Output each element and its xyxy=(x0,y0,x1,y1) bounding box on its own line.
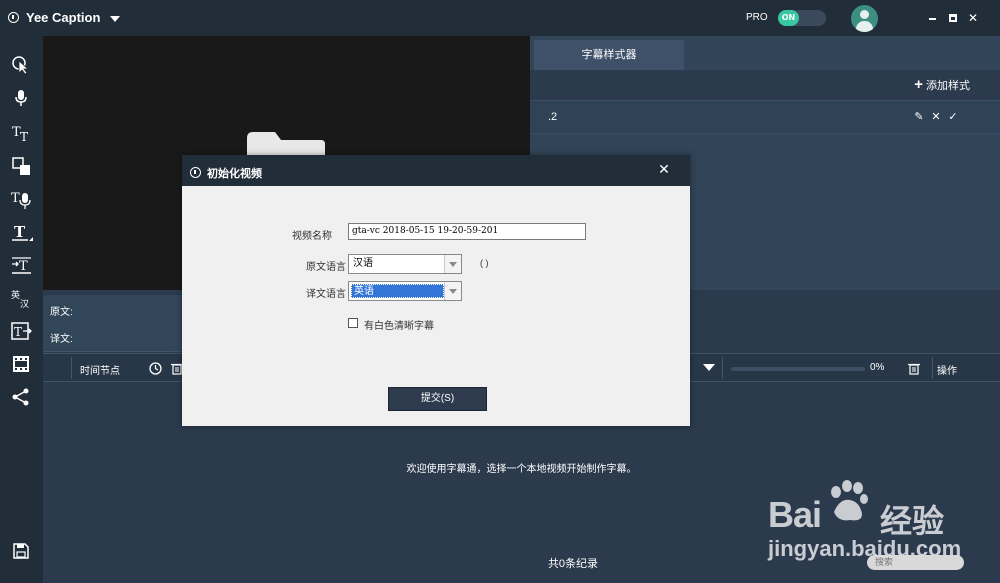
filmstrip-icon[interactable] xyxy=(9,352,33,376)
chevron-down-icon xyxy=(444,282,461,300)
source-language-label: 原文语言 xyxy=(306,262,346,273)
app-menu-chevron-down-icon[interactable] xyxy=(110,16,120,22)
progress-percent: 0% xyxy=(870,362,885,373)
user-avatar[interactable] xyxy=(851,5,878,32)
text-import-icon[interactable]: T xyxy=(9,253,33,277)
source-language-value: 汉语 xyxy=(353,258,373,269)
actions-label: 操作 xyxy=(937,366,957,377)
video-name-label: 视频名称 xyxy=(292,231,332,242)
plus-icon: + xyxy=(914,76,923,93)
text-box-icon[interactable]: T xyxy=(9,220,33,244)
time-node-label: 时间节点 xyxy=(80,366,120,377)
white-subtitle-label: 有白色清晰字幕 xyxy=(364,321,434,332)
add-style-button[interactable]: + 添加样式 xyxy=(914,76,970,93)
save-icon[interactable] xyxy=(9,539,33,563)
dialog-logo-icon xyxy=(190,167,201,178)
svg-text:T: T xyxy=(11,191,20,206)
video-name-field[interactable]: gta-vc 2018-05-15 19-20-59-201 xyxy=(348,223,586,240)
share-icon[interactable] xyxy=(9,385,33,409)
progress-bar xyxy=(731,367,865,371)
left-toolbar: TT T T T 英汉 T xyxy=(0,36,43,583)
pro-label: PRO xyxy=(746,12,768,23)
style-list-item[interactable]: .2 ✎ ✕ ✓ xyxy=(530,100,1000,134)
welcome-message: 欢迎使用字幕通，选择一个本地视频开始制作字幕。 xyxy=(406,464,637,475)
baidu-jingyan-watermark: Bai 经验 jingyan.baidu.com xyxy=(768,476,968,566)
pro-toggle-state: ON xyxy=(778,10,799,26)
app-titlebar: Yee Caption PRO ON ✕ xyxy=(0,0,1000,36)
text-export-icon[interactable]: T xyxy=(9,319,33,343)
microphone-icon[interactable] xyxy=(9,86,33,110)
svg-text:英: 英 xyxy=(11,289,20,301)
clock-icon[interactable] xyxy=(149,362,162,375)
target-language-label: 译文语言 xyxy=(306,289,346,300)
text-voice-icon[interactable]: T xyxy=(9,187,33,211)
source-language-note: ( ) xyxy=(480,258,489,268)
submit-button[interactable]: 提交(S) xyxy=(388,387,487,411)
dialog-title: 初始化视频 xyxy=(207,168,262,180)
translation-text-label: 译文: xyxy=(50,334,73,345)
select-pointer-icon[interactable] xyxy=(9,53,33,77)
white-subtitle-checkbox[interactable] xyxy=(348,318,358,328)
trash-icon[interactable] xyxy=(908,362,920,375)
delete-x-icon[interactable]: ✕ xyxy=(929,110,943,124)
watermark-bai-text: Bai xyxy=(768,494,822,535)
pro-toggle[interactable]: ON xyxy=(778,10,826,26)
edit-pencil-icon[interactable]: ✎ xyxy=(912,110,926,124)
source-language-select[interactable]: 汉语 xyxy=(348,254,462,274)
chevron-down-icon[interactable] xyxy=(703,364,715,371)
close-icon[interactable]: ✕ xyxy=(965,10,981,26)
svg-text:汉: 汉 xyxy=(20,299,29,310)
translate-icon[interactable]: 英汉 xyxy=(9,286,33,310)
target-language-value: 英语 xyxy=(351,284,444,298)
maximize-icon[interactable] xyxy=(945,10,961,26)
dialog-close-icon[interactable]: ✕ xyxy=(656,162,672,178)
target-language-select[interactable]: 英语 xyxy=(348,281,462,301)
svg-text:T: T xyxy=(20,130,28,143)
check-icon[interactable]: ✓ xyxy=(946,110,960,124)
svg-text:T: T xyxy=(19,259,28,274)
dialog-titlebar: 初始化视频 ✕ xyxy=(182,155,690,186)
search-input[interactable]: 搜索 xyxy=(867,555,964,570)
app-title: Yee Caption xyxy=(26,10,101,25)
app-logo-icon xyxy=(8,12,19,23)
baidu-paw-icon xyxy=(831,480,868,521)
init-video-dialog: 初始化视频 ✕ 视频名称 gta-vc 2018-05-15 19-20-59-… xyxy=(182,155,690,426)
source-text-label: 原文: xyxy=(50,307,73,318)
style-name: .2 xyxy=(548,111,558,123)
add-style-label: 添加样式 xyxy=(926,80,970,92)
svg-text:T: T xyxy=(14,325,22,339)
minimize-icon[interactable] xyxy=(925,10,941,26)
text-size-icon[interactable]: TT xyxy=(9,121,33,145)
tab-subtitle-styler[interactable]: 字幕样式器 xyxy=(534,40,684,70)
chevron-down-icon xyxy=(444,255,461,273)
svg-text:T: T xyxy=(14,223,26,241)
shape-icon[interactable] xyxy=(9,154,33,178)
